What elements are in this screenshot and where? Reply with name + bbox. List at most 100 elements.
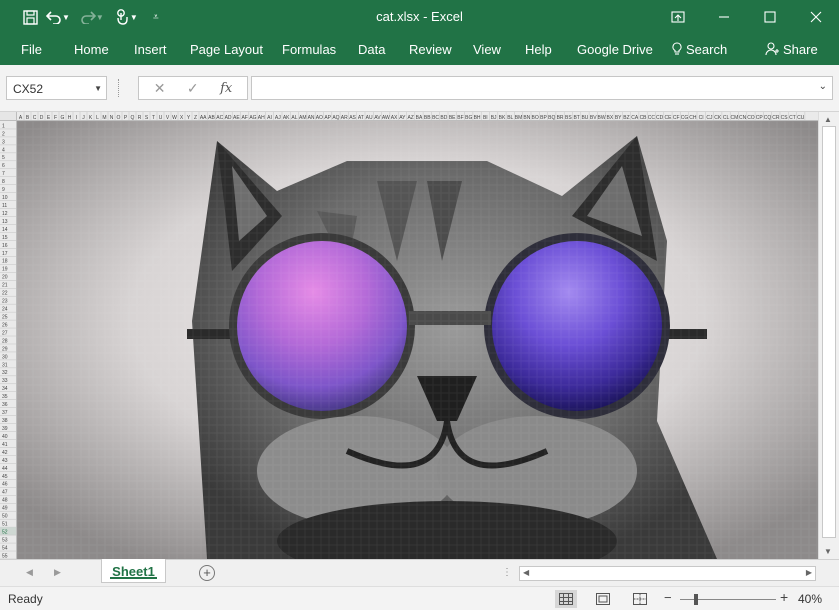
row-header-15[interactable]: 15 [2, 235, 8, 241]
row-header-2[interactable]: 2 [2, 131, 5, 137]
zoom-slider[interactable]: − + [664, 589, 790, 607]
row-header-8[interactable]: 8 [2, 179, 5, 185]
row-header-22[interactable]: 22 [2, 291, 8, 297]
row-header-42[interactable]: 42 [2, 450, 8, 456]
tab-insert[interactable]: Insert [134, 42, 167, 57]
tab-google-drive[interactable]: Google Drive [577, 42, 653, 57]
row-header-49[interactable]: 49 [2, 506, 8, 512]
row-header-36[interactable]: 36 [2, 402, 8, 408]
customize-icon[interactable]: ⩡ [144, 7, 168, 27]
row-header-11[interactable]: 11 [2, 203, 7, 209]
name-box[interactable]: CX52 ▼ [6, 76, 107, 100]
row-header-53[interactable]: 53 [2, 537, 8, 543]
maximize-icon[interactable] [747, 0, 793, 34]
cancel-icon[interactable]: ✕ [154, 80, 166, 97]
row-header-4[interactable]: 4 [2, 147, 5, 153]
tab-file[interactable]: File [21, 42, 42, 57]
redo-dropdown-icon[interactable]: ▼ [96, 13, 104, 22]
page-break-preview-icon[interactable] [629, 590, 651, 608]
ribbon-display-icon[interactable] [655, 0, 701, 34]
row-header-25[interactable]: 25 [2, 314, 8, 320]
row-header-35[interactable]: 35 [2, 394, 8, 400]
page-layout-view-icon[interactable] [592, 590, 614, 608]
zoom-out-icon[interactable]: − [664, 590, 672, 605]
row-header-40[interactable]: 40 [2, 434, 8, 440]
worksheet-grid[interactable]: A B C D E F G H I J K L M N O P Q R S T U V W X Y Z AA AB AC AD AE AF AG… [0, 112, 839, 559]
zoom-knob[interactable] [694, 594, 698, 605]
row-header-16[interactable]: 16 [2, 243, 8, 249]
row-header-39[interactable]: 39 [2, 426, 8, 432]
enter-icon[interactable]: ✓ [187, 80, 199, 97]
undo-dropdown-icon[interactable]: ▼ [62, 13, 70, 22]
row-header-52[interactable]: 52 [2, 530, 8, 536]
row-header-23[interactable]: 23 [2, 299, 8, 305]
row-header-44[interactable]: 44 [2, 466, 8, 472]
scroll-left-icon[interactable]: ◀ [523, 568, 529, 577]
row-header-26[interactable]: 26 [2, 322, 8, 328]
scroll-up-icon[interactable]: ▲ [824, 115, 832, 124]
row-header-50[interactable]: 50 [2, 514, 8, 520]
row-header-32[interactable]: 32 [2, 370, 8, 376]
row-header-9[interactable]: 9 [2, 187, 5, 193]
vertical-scroll-thumb[interactable] [822, 126, 836, 538]
row-header-27[interactable]: 27 [2, 330, 8, 336]
scroll-down-icon[interactable]: ▼ [824, 547, 832, 556]
row-header-7[interactable]: 7 [2, 171, 5, 177]
row-header-10[interactable]: 10 [2, 195, 8, 201]
horizontal-scrollbar[interactable]: ◀ ▶ [519, 566, 816, 581]
row-header-19[interactable]: 19 [2, 267, 8, 273]
expand-formula-bar-icon[interactable]: ⌄ [819, 81, 827, 92]
row-header-21[interactable]: 21 [2, 283, 8, 289]
select-all-button[interactable] [0, 112, 17, 121]
tab-view[interactable]: View [473, 42, 501, 57]
row-header-14[interactable]: 14 [2, 227, 8, 233]
row-header-12[interactable]: 12 [2, 211, 8, 217]
row-header-3[interactable]: 3 [2, 139, 5, 145]
minimize-icon[interactable] [701, 0, 747, 34]
close-icon[interactable] [793, 0, 839, 34]
row-headers[interactable]: 1 2 3 4 5 6 7 8 9 10 11 12 13 14 15 16 17 18 19 20 21 22 23 24 2… [0, 121, 17, 559]
prev-sheet-icon[interactable]: ◀ [26, 567, 33, 578]
column-headers[interactable]: A B C D E F G H I J K L M N O P Q R S T U V W X Y Z AA AB AC AD AE AF AG… [17, 112, 818, 121]
next-sheet-icon[interactable]: ▶ [54, 567, 61, 578]
row-header-30[interactable]: 30 [2, 354, 8, 360]
row-header-29[interactable]: 29 [2, 346, 8, 352]
row-header-45[interactable]: 45 [2, 474, 8, 480]
row-header-13[interactable]: 13 [2, 219, 8, 225]
row-header-24[interactable]: 24 [2, 307, 8, 313]
tab-help[interactable]: Help [525, 42, 552, 57]
touch-mode-dropdown-icon[interactable]: ▼ [130, 13, 138, 22]
row-header-54[interactable]: 54 [2, 545, 8, 551]
zoom-in-icon[interactable]: + [780, 589, 788, 605]
sheet-tab-sheet1[interactable]: Sheet1 [101, 559, 166, 583]
formula-input[interactable]: ⌄ [251, 76, 833, 100]
save-icon[interactable] [18, 7, 42, 27]
row-header-6[interactable]: 6 [2, 163, 5, 169]
row-header-37[interactable]: 37 [2, 410, 8, 416]
formula-bar-grip[interactable] [118, 79, 122, 97]
row-header-38[interactable]: 38 [2, 418, 8, 424]
share-button[interactable]: Share [765, 42, 818, 57]
row-header-20[interactable]: 20 [2, 275, 8, 281]
row-header-5[interactable]: 5 [2, 155, 5, 161]
tab-home[interactable]: Home [74, 42, 109, 57]
tab-split-handle-icon[interactable]: ⋮ [502, 567, 512, 578]
tab-formulas[interactable]: Formulas [282, 42, 336, 57]
scroll-right-icon[interactable]: ▶ [806, 568, 812, 577]
tab-data[interactable]: Data [358, 42, 385, 57]
normal-view-icon[interactable] [555, 590, 577, 608]
tab-page-layout[interactable]: Page Layout [190, 42, 263, 57]
chevron-down-icon[interactable]: ▼ [94, 84, 102, 93]
vertical-scrollbar[interactable]: ▲ ▼ [818, 112, 839, 559]
row-header-41[interactable]: 41 [2, 442, 8, 448]
search-button[interactable]: Search [672, 42, 727, 57]
add-sheet-icon[interactable]: + [199, 565, 215, 581]
row-header-34[interactable]: 34 [2, 386, 8, 392]
row-header-47[interactable]: 47 [2, 490, 8, 496]
row-header-28[interactable]: 28 [2, 338, 8, 344]
insert-function-icon[interactable]: fx [220, 81, 232, 96]
row-header-31[interactable]: 31 [2, 362, 8, 368]
row-header-18[interactable]: 18 [2, 259, 8, 265]
row-header-46[interactable]: 46 [2, 482, 8, 488]
row-header-1[interactable]: 1 [2, 123, 5, 129]
